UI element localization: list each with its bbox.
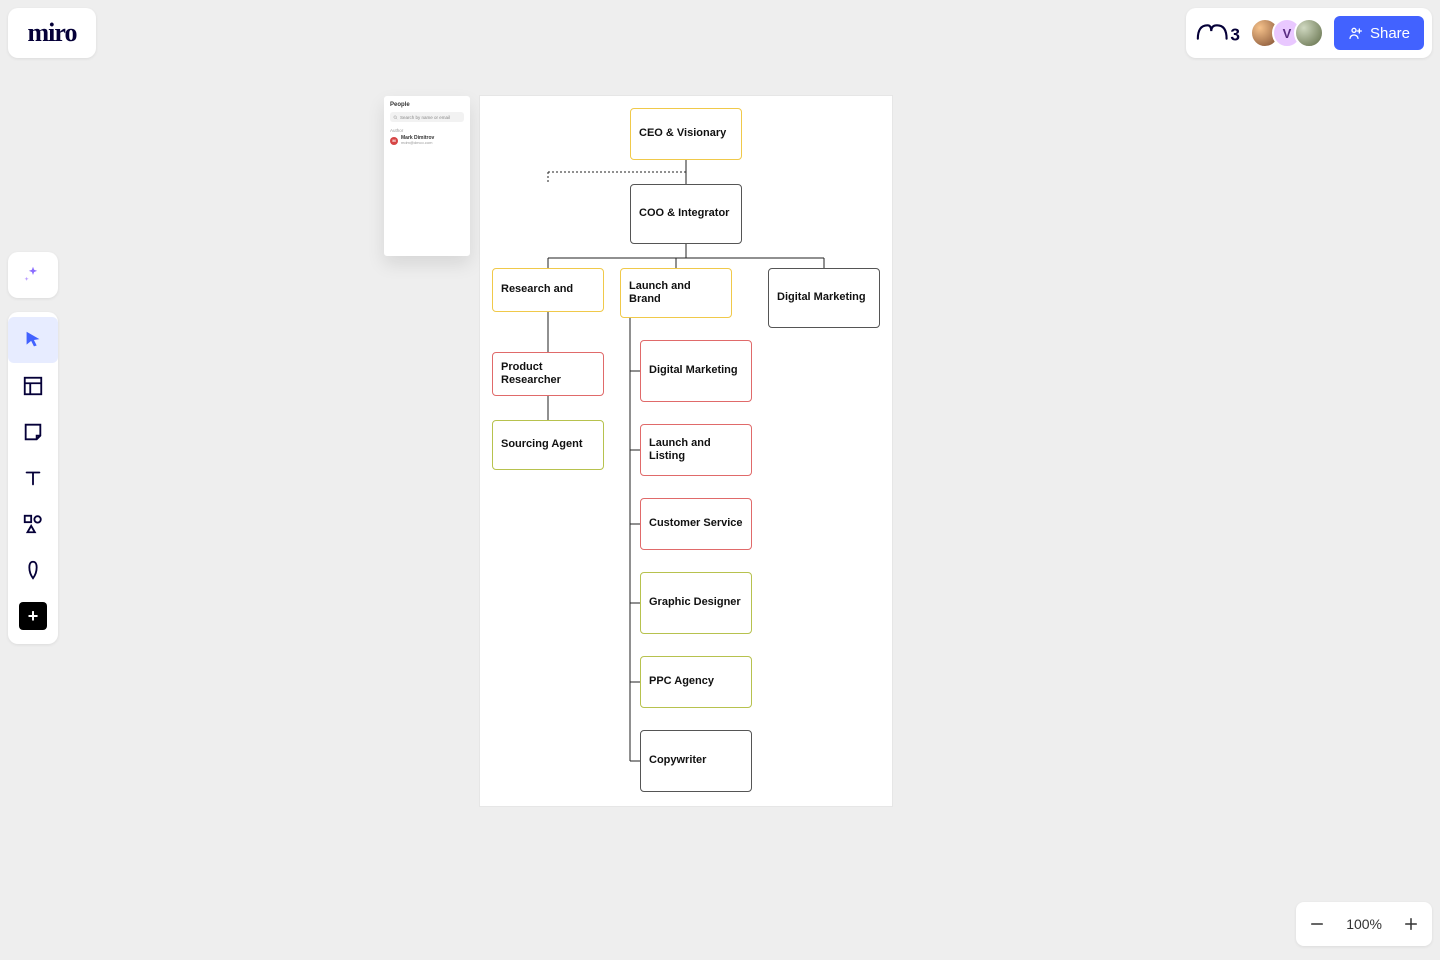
reactions-icon[interactable]: 3: [1194, 15, 1240, 51]
people-search-input[interactable]: Search by name or email: [390, 112, 464, 122]
node-label: Digital Marketing: [649, 364, 738, 377]
canvas-frame[interactable]: CEO & Visionary COO & Integrator Researc…: [480, 96, 892, 806]
node-label: Research and: [501, 283, 573, 296]
org-node-research[interactable]: Research and: [492, 268, 604, 312]
people-panel-title: People: [390, 102, 464, 108]
shapes-icon: [22, 513, 44, 535]
avatar[interactable]: [1294, 18, 1324, 48]
add-tool[interactable]: +: [8, 593, 58, 639]
share-label: Share: [1370, 25, 1410, 42]
org-node-coo[interactable]: COO & Integrator: [630, 184, 742, 244]
node-label: Sourcing Agent: [501, 438, 582, 451]
org-node-launch-and-listing[interactable]: Launch and Listing: [640, 424, 752, 476]
zoom-level[interactable]: 100%: [1346, 916, 1382, 932]
select-tool[interactable]: [8, 317, 58, 363]
zoom-in-button[interactable]: [1400, 913, 1422, 935]
node-label: CEO & Visionary: [639, 127, 726, 140]
node-label: Graphic Designer: [649, 596, 741, 609]
node-label: COO & Integrator: [639, 207, 729, 220]
people-person-row[interactable]: M Mark Dimitrov mdm@dmco.com: [390, 136, 464, 145]
left-toolbar: +: [8, 312, 58, 644]
templates-icon: [22, 375, 44, 397]
people-section-label: Author: [390, 128, 464, 133]
sticky-note-icon: [22, 421, 44, 443]
node-label: PPC Agency: [649, 675, 714, 688]
org-node-ppc-agency[interactable]: PPC Agency: [640, 656, 752, 708]
miro-logo: miro: [28, 18, 77, 48]
zoom-out-button[interactable]: [1306, 913, 1328, 935]
org-node-graphic-designer[interactable]: Graphic Designer: [640, 572, 752, 634]
cursor-icon: [22, 329, 44, 351]
node-label: Digital Marketing: [777, 291, 866, 304]
svg-text:3: 3: [1230, 25, 1240, 45]
org-node-product-researcher[interactable]: Product Researcher: [492, 352, 604, 396]
shapes-tool[interactable]: [8, 501, 58, 547]
sticky-note-tool[interactable]: [8, 409, 58, 455]
node-label: Product Researcher: [501, 361, 595, 387]
minus-icon: [1308, 915, 1326, 933]
org-node-ceo[interactable]: CEO & Visionary: [630, 108, 742, 160]
zoom-controls: 100%: [1296, 902, 1432, 946]
logo-card[interactable]: miro: [8, 8, 96, 58]
node-label: Launch and Listing: [649, 437, 743, 463]
presence-avatars[interactable]: V: [1250, 18, 1324, 48]
pen-tool[interactable]: [8, 547, 58, 593]
org-node-digital-marketing[interactable]: Digital Marketing: [768, 268, 880, 328]
org-node-copywriter[interactable]: Copywriter: [640, 730, 752, 792]
avatar: M: [390, 137, 398, 145]
people-panel[interactable]: People Search by name or email Author M …: [384, 96, 470, 256]
templates-tool[interactable]: [8, 363, 58, 409]
node-label: Customer Service: [649, 517, 743, 530]
search-icon: [393, 115, 398, 120]
text-tool[interactable]: [8, 455, 58, 501]
ai-tool[interactable]: [8, 252, 58, 298]
org-node-sourcing-agent[interactable]: Sourcing Agent: [492, 420, 604, 470]
share-button[interactable]: Share: [1334, 16, 1424, 50]
search-placeholder: Search by name or email: [400, 115, 450, 120]
person-email: mdm@dmco.com: [401, 141, 434, 145]
org-node-launch-and-brand[interactable]: Launch and Brand: [620, 268, 732, 318]
text-icon: [22, 467, 44, 489]
org-node-digital-marketing-2[interactable]: Digital Marketing: [640, 340, 752, 402]
plus-icon: +: [19, 602, 47, 630]
org-node-customer-service[interactable]: Customer Service: [640, 498, 752, 550]
pen-icon: [22, 559, 44, 581]
top-right-toolbar: 3 V Share: [1186, 8, 1432, 58]
sparkle-icon: [22, 264, 44, 286]
node-label: Launch and Brand: [629, 280, 723, 306]
node-label: Copywriter: [649, 754, 706, 767]
plus-icon: [1402, 915, 1420, 933]
share-icon: [1348, 25, 1364, 41]
